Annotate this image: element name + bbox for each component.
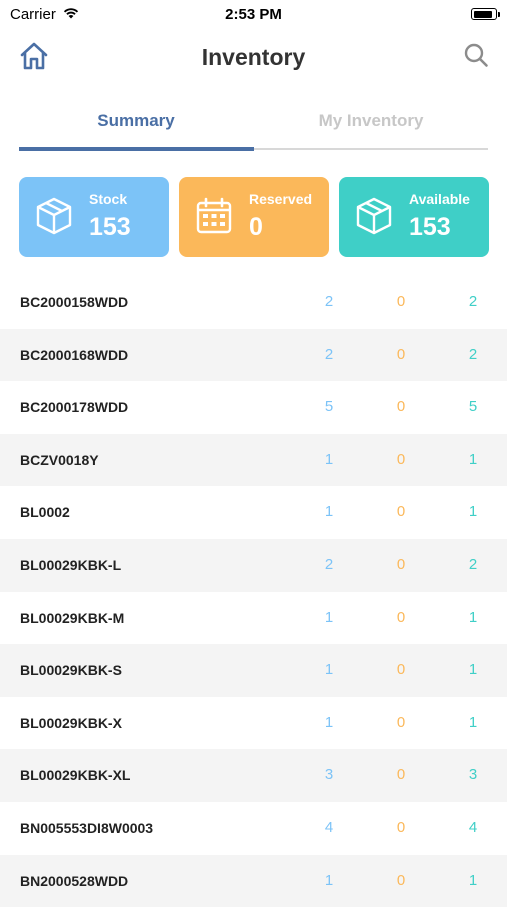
item-available: 1: [468, 503, 478, 521]
available-label: Available: [409, 191, 470, 207]
list-item[interactable]: BL00029KBK-XL 3 0 3: [0, 749, 507, 802]
item-stock: 1: [324, 503, 334, 521]
item-reserved: 0: [396, 398, 406, 416]
item-reserved: 0: [396, 293, 406, 310]
item-available: 4: [468, 818, 478, 836]
stock-value: 153: [89, 213, 131, 241]
item-sku: BC2000158WDD: [20, 294, 129, 310]
nav-bar: Inventory: [0, 36, 507, 80]
box-icon: [353, 195, 395, 237]
list-item[interactable]: BC2000168WDD 2 0 2: [0, 328, 507, 382]
available-value: 153: [409, 213, 451, 241]
item-sku: BL0002: [20, 504, 70, 521]
item-sku: BL00029KBK-S: [20, 662, 122, 679]
item-sku: BN2000528WDD: [20, 872, 129, 889]
item-sku: BCZV0018Y: [20, 451, 99, 468]
status-left: Carrier: [0, 6, 80, 23]
item-sku: BC2000168WDD: [20, 346, 129, 363]
item-available: 5: [468, 398, 478, 416]
inventory-list: BC2000158WDD 2 0 2 BC2000168WDD 2 0 2 BC…: [0, 276, 507, 907]
item-available: 1: [468, 871, 478, 889]
item-reserved: 0: [396, 871, 406, 889]
status-bar: Carrier 2:53 PM: [0, 0, 507, 28]
item-available: 1: [468, 713, 478, 731]
list-item[interactable]: BN005553DI8W0003 4 0 4: [0, 802, 507, 855]
carrier-label: Carrier: [10, 5, 56, 23]
stock-label: Stock: [89, 191, 128, 207]
available-card: Available 153: [339, 177, 489, 257]
item-reserved: 0: [396, 713, 406, 731]
list-item[interactable]: BC2000158WDD 2 0 2: [0, 276, 507, 329]
item-stock: 1: [324, 450, 334, 468]
item-stock: 1: [324, 661, 334, 679]
item-available: 2: [468, 293, 478, 310]
item-sku: BL00029KBK-X: [20, 714, 122, 731]
reserved-card: Reserved 0: [179, 177, 329, 257]
item-stock: 2: [324, 345, 334, 363]
item-reserved: 0: [396, 503, 406, 521]
item-available: 3: [468, 766, 478, 784]
item-reserved: 0: [396, 608, 406, 626]
calendar-icon: [193, 195, 235, 237]
wifi-icon: [62, 6, 80, 23]
item-stock: 5: [324, 398, 334, 416]
list-item[interactable]: BL0002 1 0 1: [0, 486, 507, 539]
search-icon: [463, 43, 489, 72]
item-available: 1: [468, 661, 478, 679]
item-stock: 2: [324, 555, 334, 573]
list-item[interactable]: BN2000528WDD 1 0 1: [0, 854, 507, 907]
tab-active-indicator: [19, 147, 254, 151]
item-available: 1: [468, 450, 478, 468]
item-stock: 1: [324, 871, 334, 889]
item-stock: 4: [324, 818, 334, 836]
battery-level: [473, 10, 492, 18]
item-reserved: 0: [396, 818, 406, 836]
item-stock: 2: [324, 293, 334, 310]
reserved-value: 0: [249, 213, 263, 241]
page-title: Inventory: [201, 44, 306, 70]
item-stock: 3: [324, 766, 334, 784]
item-available: 2: [468, 555, 478, 573]
item-sku: BL00029KBK-M: [20, 609, 125, 626]
item-sku: BC2000178WDD: [20, 399, 129, 416]
list-item[interactable]: BL00029KBK-S 1 0 1: [0, 644, 507, 697]
item-reserved: 0: [396, 450, 406, 468]
summary-cards: Stock 153 Reserved 0 Available 153: [19, 177, 489, 257]
item-stock: 1: [324, 713, 334, 731]
item-sku: BL00029KBK-L: [20, 556, 122, 573]
box-icon: [33, 195, 75, 237]
search-button[interactable]: [463, 42, 489, 68]
list-item[interactable]: BCZV0018Y 1 0 1: [0, 433, 507, 487]
stock-card: Stock 153: [19, 177, 169, 257]
tab-bar: Summary My Inventory: [19, 100, 488, 152]
item-available: 2: [468, 345, 478, 363]
list-item[interactable]: BL00029KBK-M 1 0 1: [0, 592, 507, 645]
reserved-label: Reserved: [249, 191, 313, 207]
list-item[interactable]: BL00029KBK-L 2 0 2: [0, 538, 507, 592]
item-sku: BN005553DI8W0003: [20, 819, 154, 836]
item-sku: BL00029KBK-XL: [20, 767, 131, 784]
tab-my-inventory[interactable]: My Inventory: [254, 100, 488, 142]
item-reserved: 0: [396, 555, 406, 573]
item-reserved: 0: [396, 661, 406, 679]
item-reserved: 0: [396, 345, 406, 363]
list-item[interactable]: BL00029KBK-X 1 0 1: [0, 697, 507, 750]
battery-icon: [471, 8, 500, 20]
list-item[interactable]: BC2000178WDD 5 0 5: [0, 381, 507, 434]
item-reserved: 0: [396, 766, 406, 784]
item-stock: 1: [324, 608, 334, 626]
tab-summary[interactable]: Summary: [19, 100, 253, 142]
item-available: 1: [468, 608, 478, 626]
